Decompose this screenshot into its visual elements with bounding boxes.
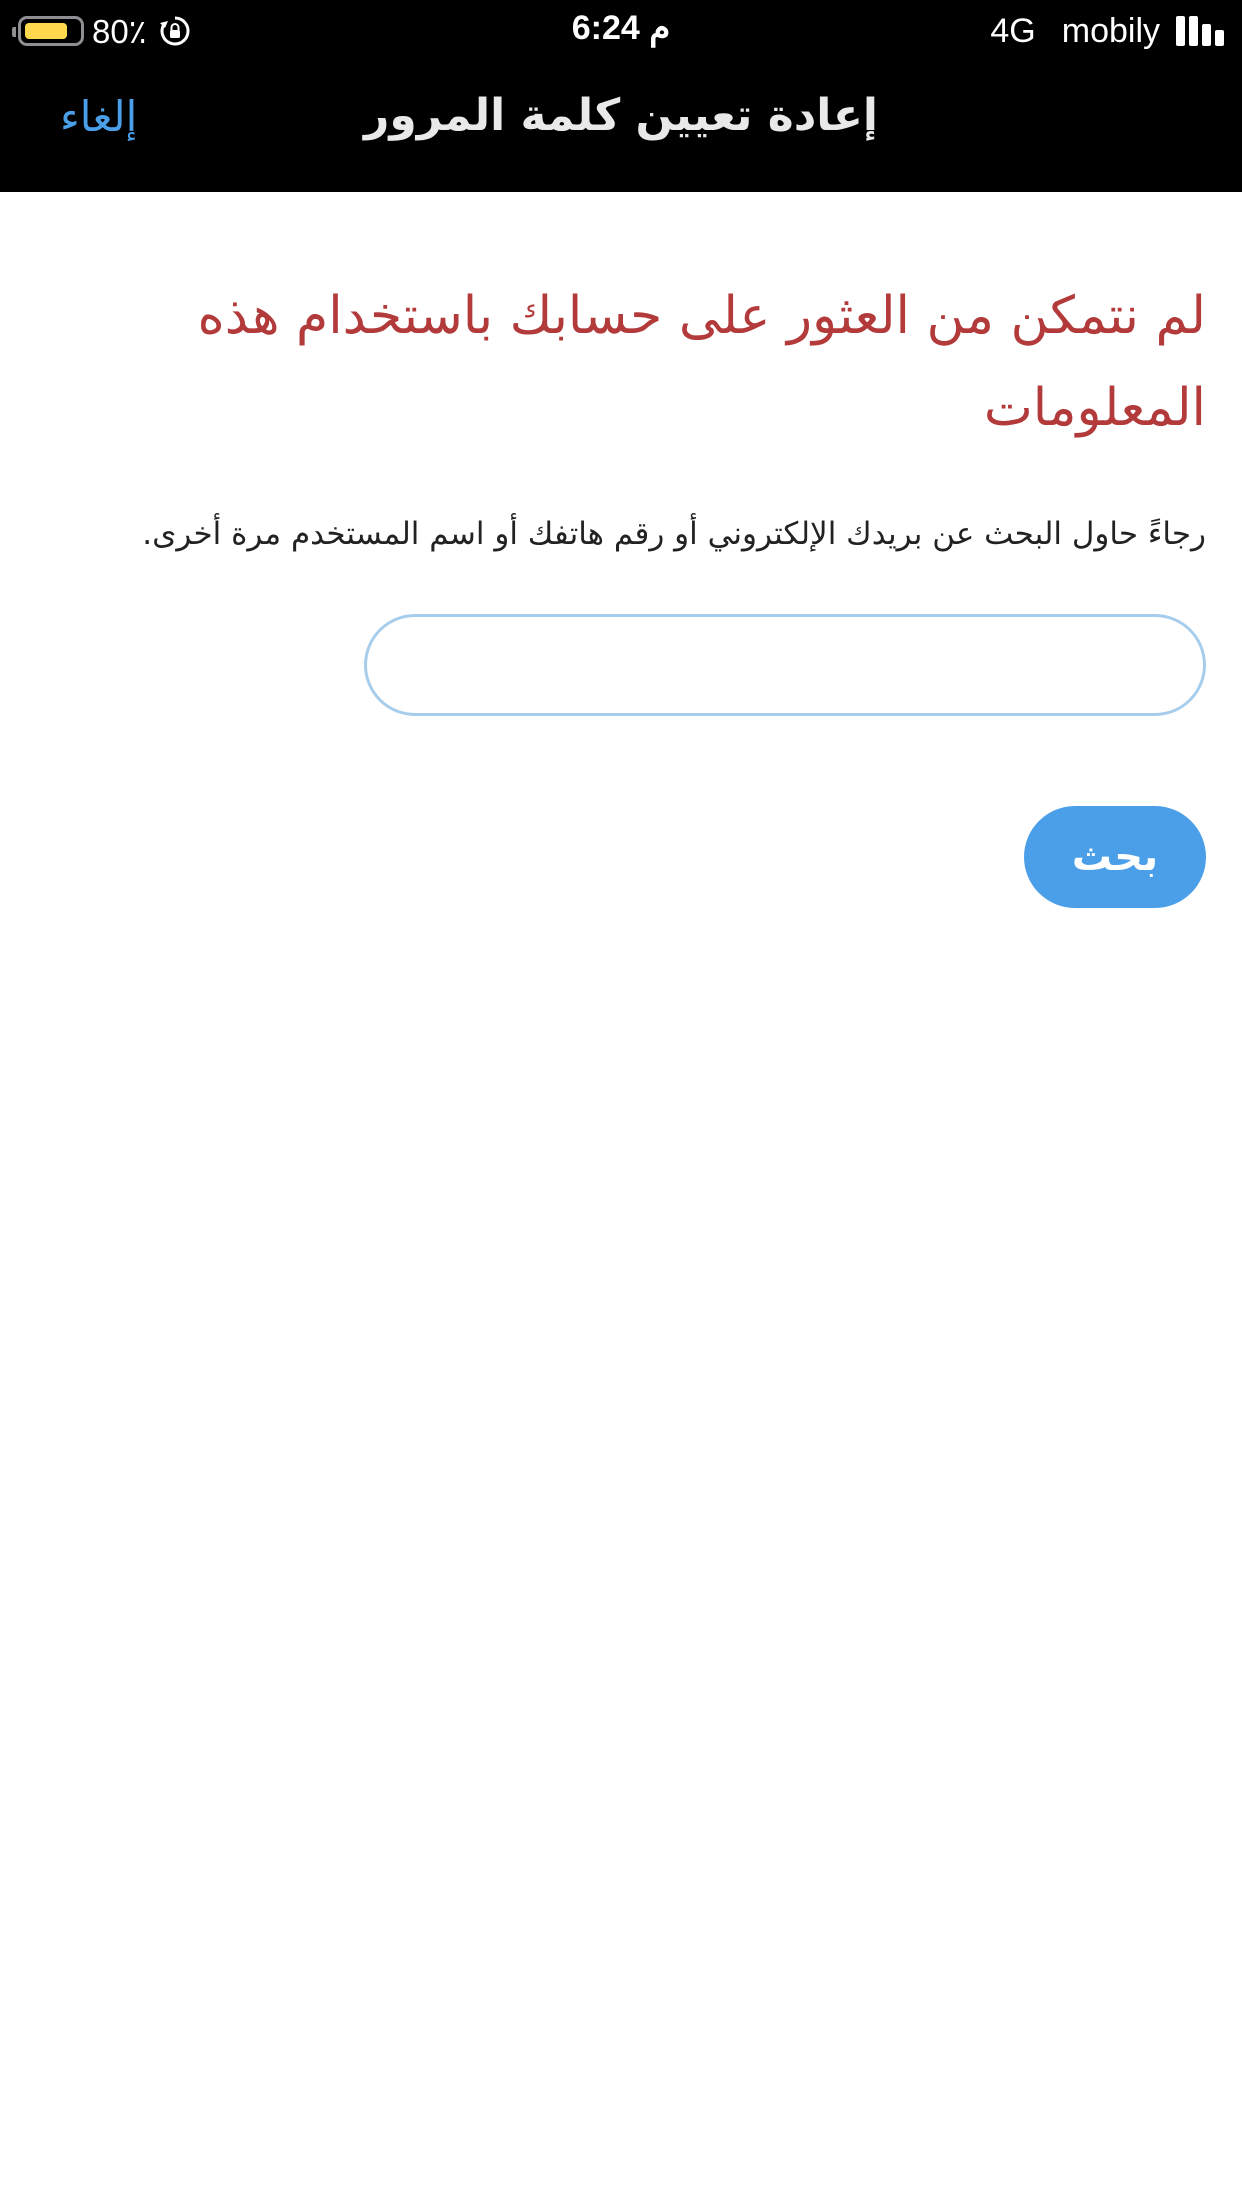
carrier-name: mobily bbox=[1061, 11, 1160, 50]
status-right: 4G mobily bbox=[990, 12, 1224, 50]
main-content: لم نتمكن من العثور على حسابك باستخدام هذ… bbox=[0, 192, 1242, 2208]
page-title: إعادة تعيين كلمة المرور bbox=[364, 90, 878, 141]
cancel-button[interactable]: إلغاء bbox=[60, 92, 137, 141]
nav-bar: إعادة تعيين كلمة المرور إلغاء bbox=[0, 62, 1242, 192]
error-heading: لم نتمكن من العثور على حسابك باستخدام هذ… bbox=[197, 286, 1206, 438]
status-bar: 80٪ 6:24 م 4G mobily bbox=[0, 0, 1242, 62]
help-text: رجاءً حاول البحث عن بريدك الإلكتروني أو … bbox=[142, 516, 1206, 552]
search-input[interactable] bbox=[364, 614, 1206, 716]
network-type: 4G bbox=[990, 11, 1036, 50]
search-button[interactable]: بحث bbox=[1024, 806, 1206, 908]
signal-bars-icon bbox=[1172, 16, 1224, 46]
